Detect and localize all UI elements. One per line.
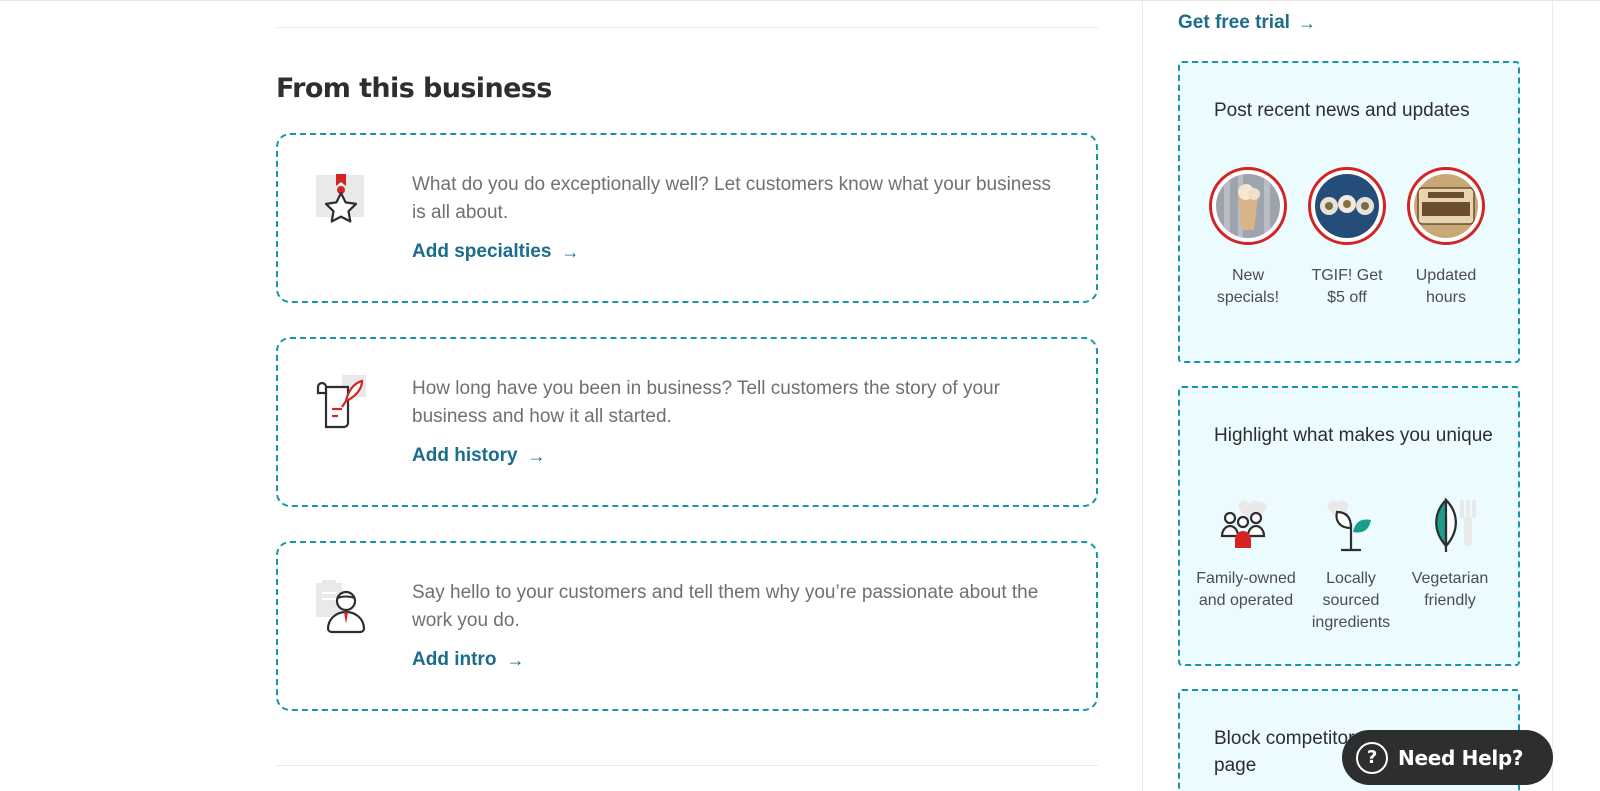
news-thumbnail — [1407, 167, 1485, 245]
news-item[interactable]: TGIF! Get $5 off — [1301, 167, 1393, 309]
open-sign-photo — [1414, 174, 1478, 238]
news-label: TGIF! Get $5 off — [1311, 267, 1383, 306]
unique-item[interactable]: Locally sourced ingredients — [1299, 498, 1403, 634]
unique-item[interactable]: Family-owned and operated — [1194, 498, 1298, 612]
news-thumbnail — [1308, 167, 1386, 245]
sidebar-border — [1552, 0, 1553, 791]
news-label: New specials! — [1216, 267, 1280, 306]
add-history-link[interactable]: Add history → — [412, 445, 546, 467]
news-thumbnail — [1209, 167, 1287, 245]
arrow-right-icon: → — [506, 649, 525, 670]
unique-promo-card[interactable]: Highlight what makes you unique Family-o… — [1178, 386, 1520, 666]
need-help-label: Need Help? — [1398, 745, 1524, 770]
unique-label: Family-owned and operated — [1196, 570, 1296, 609]
page: From this business What do you do except… — [0, 0, 1600, 791]
link-label: Add specialties — [412, 241, 552, 262]
news-item[interactable]: New specials! — [1202, 167, 1294, 309]
arrow-right-icon: → — [527, 445, 546, 466]
question-icon: ? — [1356, 741, 1388, 774]
sprout-icon — [1323, 498, 1379, 554]
specialties-card: What do you do exceptionally well? Let c… — [276, 133, 1098, 303]
sidebar-border — [1142, 0, 1143, 791]
arrow-right-icon: → — [1297, 12, 1316, 33]
unique-label: Locally sourced ingredients — [1311, 570, 1391, 631]
add-intro-link[interactable]: Add intro → — [412, 649, 524, 671]
main-column: From this business What do you do except… — [276, 0, 1098, 791]
history-card: How long have you been in business? Tell… — [276, 337, 1098, 507]
get-free-trial-link[interactable]: Get free trial → — [1178, 12, 1316, 34]
link-label: Add intro — [412, 649, 497, 670]
family-icon — [1218, 498, 1274, 554]
history-scroll-icon — [314, 375, 370, 431]
business-owner-icon — [314, 579, 370, 635]
specialty-star-icon — [314, 171, 370, 227]
intro-card: Say hello to your customers and tell the… — [276, 541, 1098, 711]
unique-item[interactable]: Vegetarian friendly — [1398, 497, 1502, 612]
card-description: Say hello to your customers and tell the… — [412, 582, 1039, 631]
card-description: What do you do exceptionally well? Let c… — [412, 174, 1051, 223]
section-title: From this business — [276, 73, 552, 104]
sushi-photo — [1315, 174, 1379, 238]
news-promo-card[interactable]: Post recent news and updates New special… — [1178, 61, 1520, 363]
leaf-icon — [1422, 497, 1478, 554]
promo-title: Post recent news and updates — [1214, 100, 1470, 121]
arrow-right-icon: → — [561, 241, 580, 262]
unique-label: Vegetarian friendly — [1411, 570, 1489, 609]
news-label: Updated hours — [1415, 267, 1477, 306]
section-divider — [276, 27, 1098, 28]
news-item[interactable]: Updated hours — [1400, 167, 1492, 309]
need-help-button[interactable]: ? Need Help? — [1342, 730, 1553, 785]
trial-link-label: Get free trial — [1178, 12, 1290, 33]
card-description: How long have you been in business? Tell… — [412, 378, 1000, 427]
promo-title: Highlight what makes you unique — [1214, 425, 1493, 446]
milkshake-photo — [1216, 174, 1280, 238]
add-specialties-link[interactable]: Add specialties → — [412, 241, 579, 263]
link-label: Add history — [412, 445, 518, 466]
section-divider — [276, 765, 1098, 766]
